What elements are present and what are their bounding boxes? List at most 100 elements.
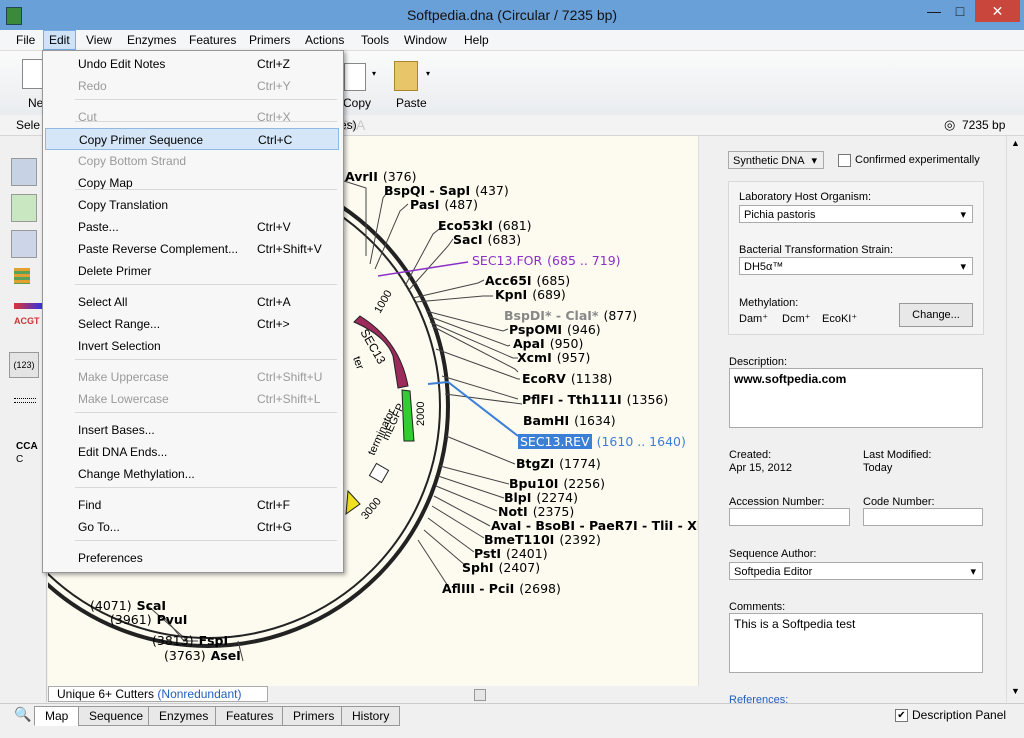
confirmed-checkbox[interactable] <box>838 154 851 167</box>
change-methylation-button[interactable]: Change... <box>899 303 973 327</box>
menu-item-cut[interactable]: Cut Ctrl+X <box>45 106 339 128</box>
maximize-button[interactable]: □ <box>946 0 974 22</box>
enzyme-site-label[interactable]: BlpI (2274) <box>504 490 578 505</box>
comments-textarea[interactable]: This is a Softpedia test <box>729 613 983 673</box>
menu-item-copy-bottom-strand[interactable]: Copy Bottom Strand <box>45 150 339 172</box>
enzyme-site-label[interactable]: Eco53kI (681) <box>438 218 532 233</box>
menu-item-copy-translation[interactable]: Copy Translation <box>45 194 339 216</box>
h-scroll-thumb[interactable] <box>474 689 486 701</box>
menu-tools[interactable]: Tools <box>361 33 389 47</box>
menu-item-select-all[interactable]: Select All Ctrl+A <box>45 291 339 313</box>
orf-icon[interactable] <box>14 268 30 284</box>
enzyme-site-label[interactable]: Acc65I (685) <box>485 273 570 288</box>
scissors-icon[interactable] <box>11 158 37 186</box>
count-button[interactable]: (123) <box>9 352 39 378</box>
enzyme-site-label[interactable]: PflFI - Tth111I (1356) <box>522 392 668 407</box>
menu-edit[interactable]: Edit <box>43 30 76 50</box>
acgt-icon[interactable]: ACGT <box>14 316 40 326</box>
dna-type-select[interactable]: Synthetic DNA <box>728 151 824 170</box>
enzyme-site-label[interactable]: AflIII - PciI (2698) <box>442 581 561 596</box>
enzyme-site-label[interactable]: (3813) FspI <box>152 633 228 648</box>
menu-enzymes[interactable]: Enzymes <box>127 33 176 47</box>
menu-item-copy-map[interactable]: Copy Map <box>45 172 339 194</box>
primer-icon[interactable] <box>11 230 37 258</box>
cutters-filter-label[interactable]: Unique 6+ Cutters (Nonredundant) <box>48 686 268 702</box>
description-panel-checkbox[interactable]: ✔ <box>895 709 908 722</box>
menu-primers[interactable]: Primers <box>249 33 290 47</box>
copy-button-label[interactable]: Copy <box>343 96 371 110</box>
description-textarea[interactable]: www.softpedia.com <box>729 368 983 428</box>
menu-item-copy-primer-sequence[interactable]: Copy Primer Sequence Ctrl+C <box>45 128 339 150</box>
menu-item-redo[interactable]: Redo Ctrl+Y <box>45 75 339 97</box>
menu-item-delete-primer[interactable]: Delete Primer <box>45 260 339 282</box>
strain-select[interactable]: DH5α™ <box>739 257 973 276</box>
enzyme-site-label[interactable]: KpnI (689) <box>495 287 566 302</box>
enzyme-site-label[interactable]: AvrII (376) <box>345 169 416 184</box>
map-horizontal-scrollbar[interactable]: Unique 6+ Cutters (Nonredundant) <box>48 686 712 702</box>
scroll-down-icon[interactable]: ▼ <box>1011 686 1020 696</box>
enzyme-site-label[interactable]: AvaI - BsoBI - PaeR7I - TliI - Xl <box>491 518 706 533</box>
map-vertical-scrollbar[interactable] <box>698 136 713 686</box>
menu-view[interactable]: View <box>86 33 112 47</box>
enzyme-site-label[interactable]: BspDI* - ClaI* (877) <box>504 308 637 323</box>
enzyme-site-label[interactable]: BtgZI (1774) <box>516 456 601 471</box>
enzyme-site-label[interactable]: BamHI (1634) <box>523 413 616 428</box>
enzyme-site-label[interactable]: SacI (683) <box>453 232 521 247</box>
menu-item-paste[interactable]: Paste... Ctrl+V <box>45 216 339 238</box>
codon-icon[interactable]: CCA <box>16 441 38 452</box>
tab-map[interactable]: Map <box>34 706 80 726</box>
paste-dropdown-icon[interactable]: ▾ <box>426 69 430 78</box>
menu-window[interactable]: Window <box>404 33 447 47</box>
enzyme-site-label[interactable]: (3961) PvuI <box>110 612 187 627</box>
paste-icon[interactable] <box>394 61 418 91</box>
menu-file[interactable]: File <box>16 33 35 47</box>
copy-icon[interactable] <box>344 63 366 91</box>
host-select[interactable]: Pichia pastoris <box>739 205 973 224</box>
enzyme-site-label[interactable]: (3763) AseI <box>164 648 241 663</box>
menu-item-select-range[interactable]: Select Range... Ctrl+> <box>45 313 339 335</box>
menu-item-paste-reverse-complement[interactable]: Paste Reverse Complement... Ctrl+Shift+V <box>45 238 339 260</box>
menu-item-invert-selection[interactable]: Invert Selection <box>45 335 339 357</box>
copy-dropdown-icon[interactable]: ▾ <box>372 69 376 78</box>
menu-item-edit-dna-ends[interactable]: Edit DNA Ends... <box>45 441 339 463</box>
enzyme-site-label[interactable]: Bpu10I (2256) <box>509 476 605 491</box>
menu-help[interactable]: Help <box>464 33 489 47</box>
minimize-button[interactable]: — <box>920 0 948 22</box>
enzyme-site-label[interactable]: SEC13.FOR (685 .. 719) <box>472 253 621 268</box>
enzyme-site-label[interactable]: XcmI (957) <box>517 350 590 365</box>
menu-item-insert-bases[interactable]: Insert Bases... <box>45 419 339 441</box>
translation-bar-icon[interactable] <box>14 303 42 309</box>
tab-sequence[interactable]: Sequence <box>78 706 155 726</box>
scroll-up-icon[interactable]: ▲ <box>1011 138 1020 148</box>
enzyme-site-label[interactable]: PspOMI (946) <box>509 322 601 337</box>
enzyme-site-label[interactable]: EcoRV (1138) <box>522 371 612 386</box>
panel-vertical-scrollbar[interactable]: ▲ ▼ <box>1006 136 1024 702</box>
tab-primers[interactable]: Primers <box>282 706 346 726</box>
menu-item-make-lowercase[interactable]: Make Lowercase Ctrl+Shift+L <box>45 388 339 410</box>
enzyme-site-label[interactable]: PasI (487) <box>410 197 478 212</box>
enzyme-site-label[interactable]: BmeT110I (2392) <box>484 532 601 547</box>
search-icon[interactable]: 🔍 <box>14 706 31 723</box>
menu-item-undo-edit-notes[interactable]: Undo Edit Notes Ctrl+Z <box>45 53 339 75</box>
menu-item-make-uppercase[interactable]: Make Uppercase Ctrl+Shift+U <box>45 366 339 388</box>
menu-item-preferences[interactable]: Preferences <box>45 547 339 569</box>
menu-item-go-to[interactable]: Go To... Ctrl+G <box>45 516 339 538</box>
codon-alt-icon[interactable]: C <box>16 454 23 465</box>
feature-arrow-icon[interactable] <box>11 194 37 222</box>
menu-item-change-methylation[interactable]: Change Methylation... <box>45 463 339 485</box>
tab-features[interactable]: Features <box>215 706 285 726</box>
menu-features[interactable]: Features <box>189 33 236 47</box>
enzyme-site-label[interactable]: (4071) ScaI <box>90 598 166 613</box>
enzyme-site-label[interactable]: NotI (2375) <box>498 504 574 519</box>
menu-actions[interactable]: Actions <box>305 33 344 47</box>
code-input[interactable] <box>863 508 983 526</box>
paste-button-label[interactable]: Paste <box>396 96 427 110</box>
enzyme-site-label[interactable]: BspQI - SapI (437) <box>384 183 509 198</box>
tab-enzymes[interactable]: Enzymes <box>148 706 220 726</box>
tab-history[interactable]: History <box>341 706 401 726</box>
enzyme-site-label[interactable]: PstI (2401) <box>474 546 548 561</box>
author-select[interactable]: Softpedia Editor <box>729 562 983 581</box>
menu-item-find[interactable]: Find Ctrl+F <box>45 494 339 516</box>
line-icon[interactable] <box>14 398 36 403</box>
accession-input[interactable] <box>729 508 850 526</box>
